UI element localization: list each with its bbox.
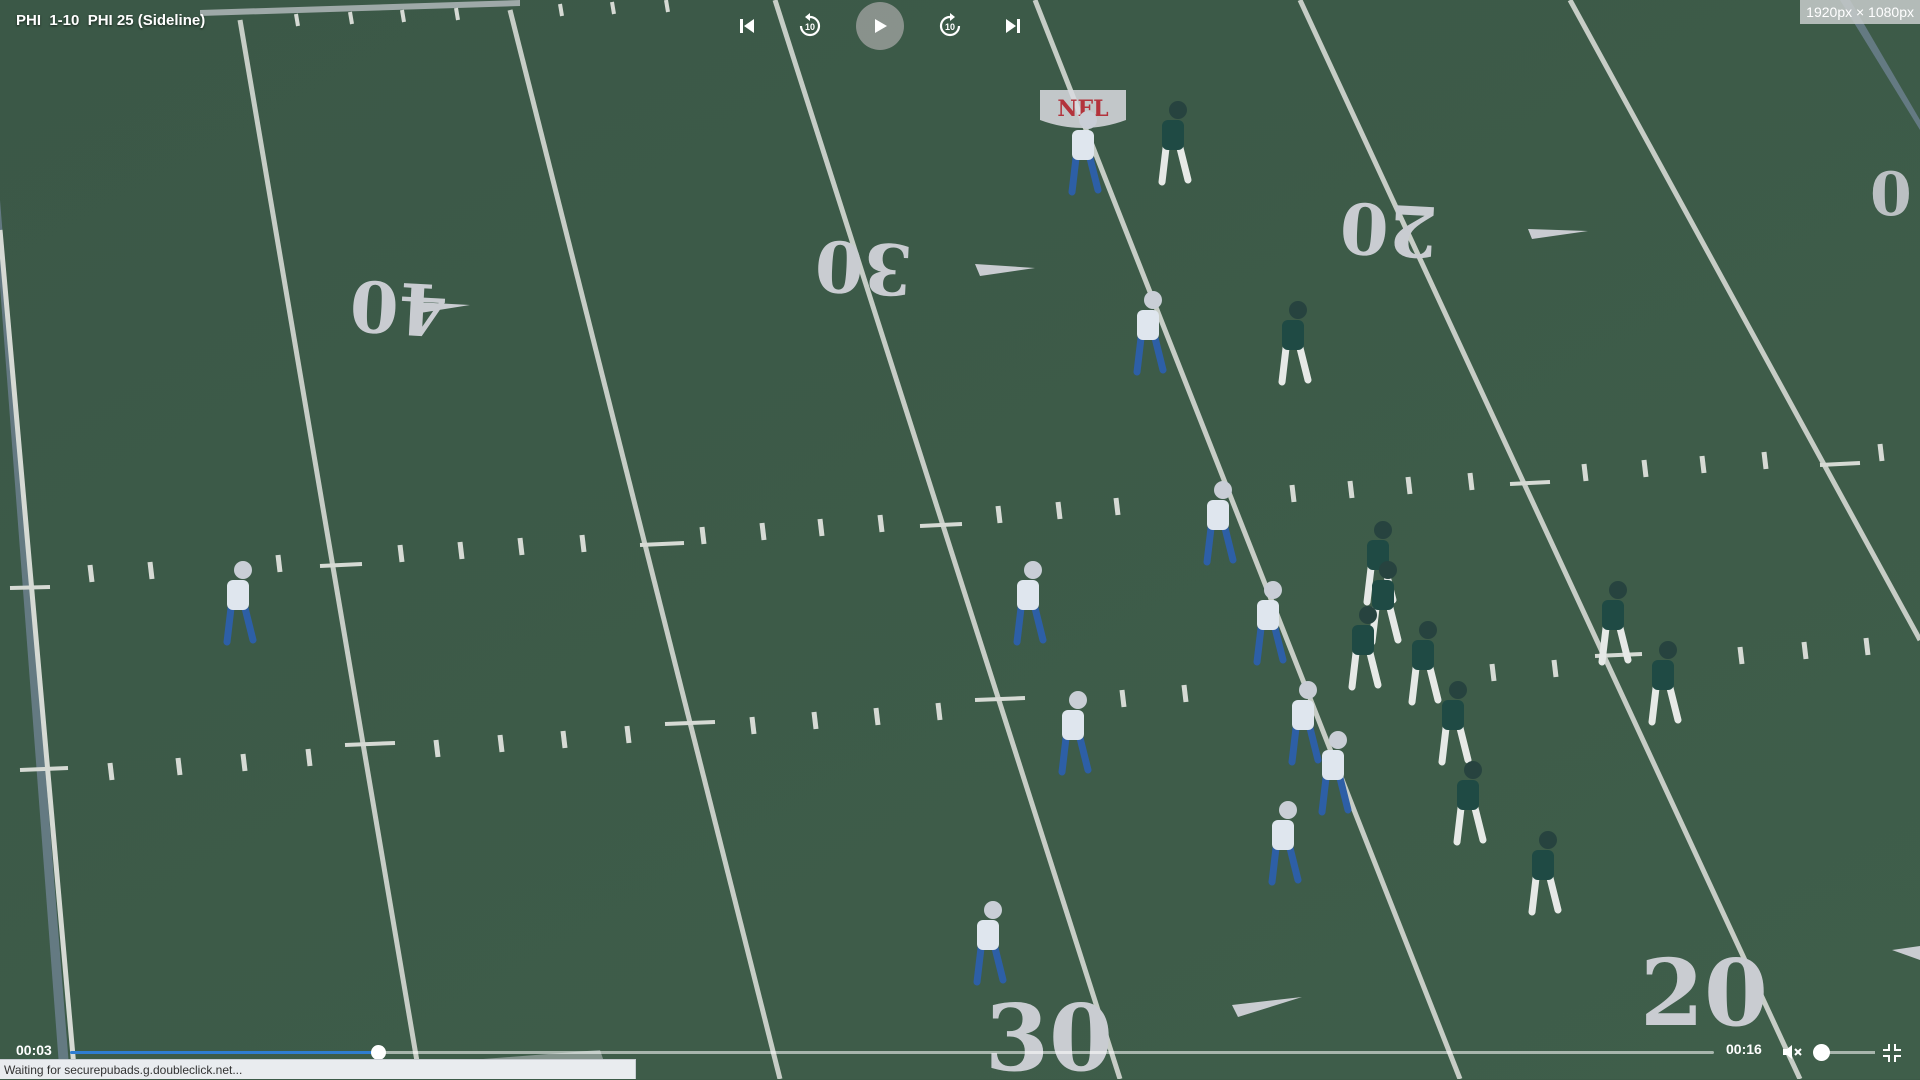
svg-text:30: 30: [985, 984, 1113, 1079]
browser-status-bar: Waiting for securepubads.g.doubleclick.n…: [0, 1059, 636, 1079]
rewind-10-button[interactable]: 10: [793, 9, 827, 43]
svg-text:30: 30: [813, 223, 915, 311]
muted-speaker-icon: [1783, 1045, 1802, 1059]
skip-to-start-icon: [740, 19, 754, 33]
play-button[interactable]: [856, 2, 904, 50]
svg-text:20: 20: [1338, 185, 1440, 273]
forward-10-button[interactable]: 10: [933, 9, 967, 43]
progress-fill: [70, 1051, 379, 1054]
svg-text:20: 20: [1640, 939, 1768, 1047]
skip-forward-button[interactable]: [996, 9, 1030, 43]
video-title: PHI 1-10 PHI 25 (Sideline): [16, 12, 206, 29]
rewind-10-icon: 10: [799, 13, 821, 37]
exit-fullscreen-button[interactable]: [1882, 1043, 1902, 1063]
skip-to-end-icon: [1006, 19, 1020, 33]
svg-text:10: 10: [945, 22, 955, 32]
exit-fullscreen-icon: [1883, 1044, 1901, 1062]
svg-text:0: 0: [1870, 160, 1912, 230]
svg-text:10: 10: [805, 22, 815, 32]
volume-slider[interactable]: [1813, 1044, 1875, 1061]
mute-button[interactable]: [1782, 1043, 1802, 1061]
current-time: 00:03: [16, 1042, 52, 1058]
forward-10-icon: 10: [939, 13, 961, 37]
total-time: 00:16: [1726, 1041, 1762, 1057]
dimension-badge: 1920px × 1080px: [1800, 0, 1920, 24]
playback-controls: 10 10: [730, 2, 1030, 50]
progress-slider[interactable]: [70, 1045, 1714, 1060]
volume-thumb[interactable]: [1813, 1044, 1830, 1061]
football-field: 40 30 20 0 30 20 NFL: [0, 0, 1920, 1079]
yard-number-20-bottom: 20: [1640, 939, 1768, 1047]
skip-back-button[interactable]: [730, 9, 764, 43]
play-icon: [875, 19, 887, 33]
